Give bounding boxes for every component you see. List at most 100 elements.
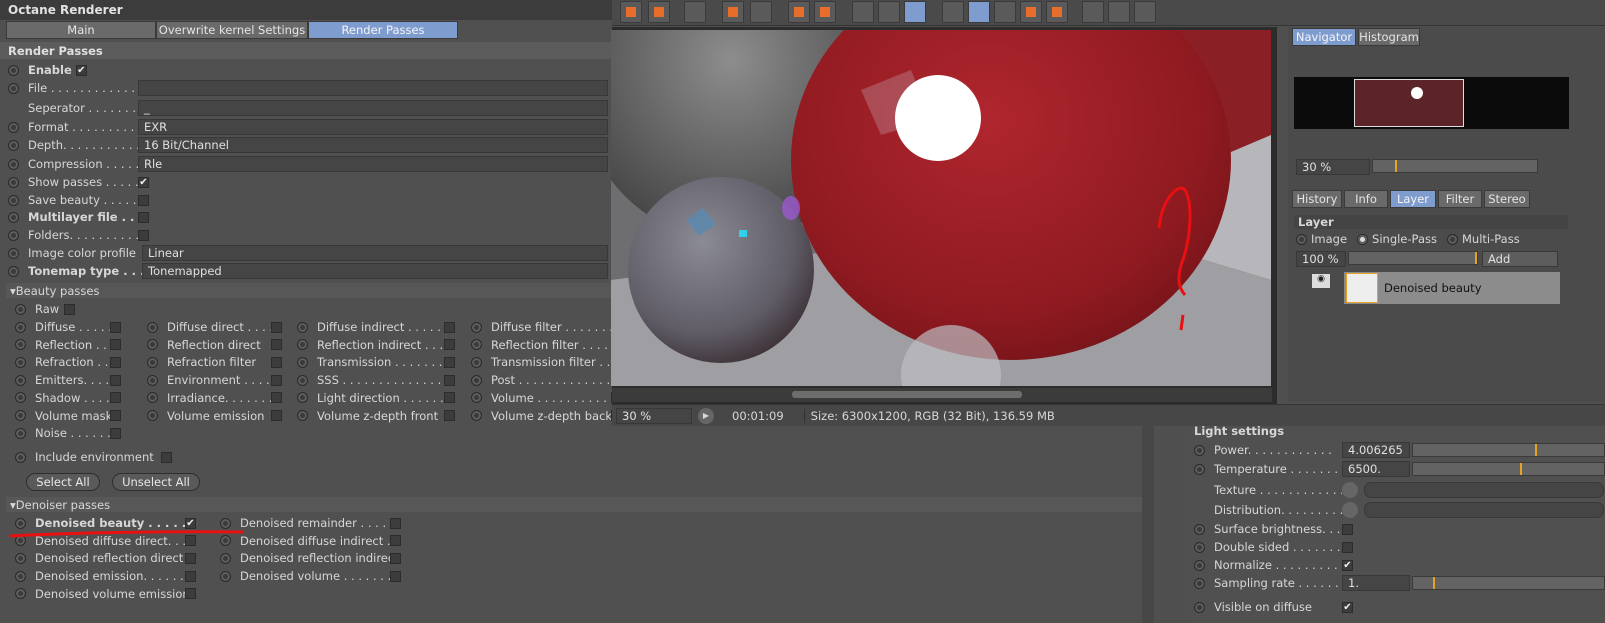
anim-radio[interactable] <box>1194 577 1205 589</box>
view-alt-icon[interactable] <box>878 1 900 23</box>
enable-checkbox[interactable]: ✔ <box>75 64 87 76</box>
anim-radio[interactable] <box>8 265 19 277</box>
anim-radio[interactable] <box>297 321 308 333</box>
beauty-pass-checkbox[interactable] <box>271 410 282 421</box>
ab-swap-icon[interactable] <box>994 1 1016 23</box>
beauty-pass-checkbox[interactable] <box>110 339 121 351</box>
split-v-icon[interactable] <box>1108 1 1130 23</box>
anim-radio[interactable] <box>1194 444 1205 456</box>
anim-radio[interactable] <box>8 64 19 76</box>
denoiser-pass-checkbox[interactable] <box>185 552 196 564</box>
tab-render-passes[interactable]: Render Passes <box>308 21 458 39</box>
anim-radio[interactable] <box>15 517 26 529</box>
navigator-zoom-slider[interactable] <box>1372 159 1538 173</box>
anim-radio[interactable] <box>15 570 26 582</box>
beauty-pass-checkbox[interactable] <box>110 392 121 404</box>
denoiser-pass-checkbox[interactable] <box>390 552 401 564</box>
eye-icon[interactable]: ◉ <box>1312 274 1330 288</box>
anim-radio[interactable] <box>147 374 158 386</box>
anim-radio[interactable] <box>220 517 231 529</box>
anim-radio[interactable] <box>147 339 158 351</box>
beauty-pass-checkbox[interactable] <box>110 374 121 386</box>
anim-radio[interactable] <box>471 339 482 351</box>
anim-radio[interactable] <box>471 321 482 333</box>
power-slider[interactable] <box>1412 443 1605 457</box>
anim-radio[interactable] <box>15 321 26 333</box>
beauty-pass-checkbox[interactable] <box>271 321 282 333</box>
beauty-pass-checkbox[interactable] <box>271 339 282 351</box>
temperature-field[interactable]: 6500. <box>1342 461 1410 477</box>
tab-layer[interactable]: Layer <box>1390 190 1436 208</box>
tab-navigator[interactable]: Navigator <box>1292 28 1356 46</box>
viewer-hscroll[interactable] <box>612 388 1272 402</box>
layer-opacity-slider[interactable] <box>1348 251 1478 265</box>
layer-row[interactable]: Denoised beauty <box>1344 272 1560 304</box>
multilayer-checkbox[interactable] <box>138 211 149 223</box>
anim-radio[interactable] <box>8 158 19 170</box>
ab-icon[interactable] <box>942 1 964 23</box>
anim-radio[interactable] <box>471 392 482 404</box>
anim-radio[interactable] <box>471 356 482 368</box>
sampling-slider[interactable] <box>1412 576 1605 590</box>
anim-radio[interactable] <box>1194 601 1205 613</box>
anim-radio[interactable] <box>147 392 158 404</box>
distribution-arrow-icon[interactable] <box>1342 502 1358 518</box>
double-sided-checkbox[interactable] <box>1342 541 1353 553</box>
b-icon[interactable] <box>1046 1 1068 23</box>
anim-radio[interactable] <box>8 121 19 133</box>
copy-icon[interactable] <box>788 1 810 23</box>
denoiser-pass-checkbox[interactable]: ✔ <box>185 517 196 529</box>
channel-icon[interactable] <box>904 1 926 23</box>
a-icon[interactable] <box>1020 1 1042 23</box>
distribution-field[interactable] <box>1364 502 1604 518</box>
anim-radio[interactable] <box>8 247 19 259</box>
anim-radio[interactable] <box>8 211 19 223</box>
unselect-all-button[interactable]: Unselect All <box>112 473 200 491</box>
anim-radio[interactable] <box>297 374 308 386</box>
anim-radio[interactable] <box>15 356 26 368</box>
file-field[interactable] <box>138 80 608 96</box>
anim-radio[interactable] <box>15 451 26 463</box>
denoiser-pass-checkbox[interactable] <box>185 588 196 600</box>
depth-dropdown[interactable]: 16 Bit/Channel <box>138 137 608 153</box>
select-all-button[interactable]: Select All <box>26 473 100 491</box>
navigator-zoom-field[interactable]: 30 % <box>1296 159 1370 175</box>
viewer-zoom-field[interactable]: 30 % <box>616 407 692 424</box>
anim-radio[interactable] <box>297 339 308 351</box>
anim-radio[interactable] <box>1194 463 1205 475</box>
compression-dropdown[interactable]: Rle <box>138 156 608 172</box>
tab-history[interactable]: History <box>1292 190 1342 208</box>
anim-radio[interactable] <box>15 410 26 421</box>
open-icon[interactable] <box>620 1 642 23</box>
zoom-icon[interactable] <box>750 1 772 23</box>
anim-radio[interactable] <box>297 410 308 421</box>
normalize-checkbox[interactable]: ✔ <box>1342 559 1353 571</box>
beauty-pass-checkbox[interactable] <box>444 392 455 404</box>
tonemap-dropdown[interactable]: Tonemapped <box>142 263 608 279</box>
beauty-pass-checkbox[interactable] <box>444 321 455 333</box>
anim-radio[interactable] <box>15 374 26 386</box>
split-h-icon[interactable] <box>1134 1 1156 23</box>
tab-histogram[interactable]: Histogram <box>1358 28 1420 46</box>
layer-opacity-field[interactable]: 100 % <box>1296 251 1346 267</box>
visible-diffuse-checkbox[interactable]: ✔ <box>1342 601 1353 613</box>
anim-radio[interactable] <box>15 588 26 600</box>
denoiser-passes-header[interactable]: ▾Denoiser passes <box>6 497 1146 512</box>
beauty-pass-checkbox[interactable] <box>110 356 121 368</box>
tab-overwrite-kernel[interactable]: Overwrite kernel Settings <box>156 21 308 39</box>
denoiser-pass-checkbox[interactable] <box>390 517 401 529</box>
region-icon[interactable] <box>722 1 744 23</box>
tab-filter[interactable]: Filter <box>1438 190 1482 208</box>
anim-radio[interactable] <box>8 176 19 188</box>
anim-radio[interactable] <box>8 139 19 151</box>
navigator-preview[interactable] <box>1294 77 1569 129</box>
mode-single-radio[interactable] <box>1357 233 1369 245</box>
anim-radio[interactable] <box>15 303 26 315</box>
tab-main[interactable]: Main <box>6 21 156 39</box>
anim-radio[interactable] <box>1194 559 1205 571</box>
texture-arrow-icon[interactable] <box>1342 482 1358 498</box>
anim-radio[interactable] <box>15 552 26 564</box>
anim-radio[interactable] <box>15 339 26 351</box>
raw-checkbox[interactable] <box>64 303 76 315</box>
view-icon[interactable] <box>852 1 874 23</box>
